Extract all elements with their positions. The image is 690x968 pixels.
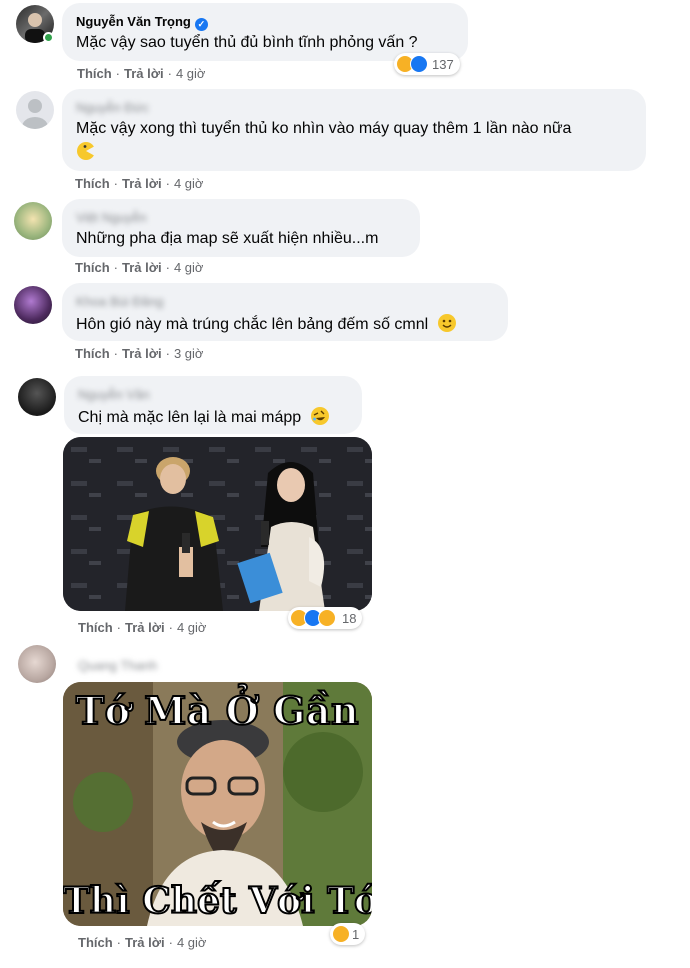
meme-bottom-text: Thì Chết Với Tớ [63, 879, 372, 923]
verified-badge-icon: ✓ [194, 18, 208, 31]
comment-text-content: Chị mà mặc lên lại là mai mápp [78, 409, 302, 426]
reply-button[interactable]: Trả lời [122, 260, 162, 275]
comment-time[interactable]: 3 giờ [174, 346, 204, 361]
like-button[interactable]: Thích [78, 620, 113, 635]
sad-reaction-icon [318, 609, 336, 627]
comment-5: Nguyễn Văn Chị mà mặc lên lại là mai máp… [0, 370, 690, 640]
like-button[interactable]: Thích [75, 346, 110, 361]
comment-time[interactable]: 4 giờ [176, 66, 206, 81]
comment-author[interactable]: Nguyễn Văn [78, 387, 150, 402]
comment-emoji [76, 141, 96, 167]
avatar[interactable] [18, 378, 56, 416]
like-reaction-icon [410, 55, 428, 73]
comment-text: Mặc vậy xong thì tuyển thủ ko nhìn vào m… [76, 120, 572, 137]
rolling-laughing-emoji-icon [310, 407, 329, 425]
comment-actions: Thích · Trả lời · 4 giờ [77, 66, 205, 81]
separator-dot: · [168, 935, 173, 950]
separator-dot: · [113, 260, 119, 275]
reply-button[interactable]: Trả lời [125, 935, 165, 950]
like-button[interactable]: Thích [78, 935, 113, 950]
separator-dot: · [113, 346, 119, 361]
author-name[interactable]: Nguyễn Văn Trọng [76, 14, 191, 29]
comment-4: Khoa Bùi Đăng Hôn gió này mà trúng chắc … [0, 280, 690, 370]
comment-time[interactable]: 4 giờ [177, 935, 207, 950]
separator-dot: · [167, 66, 172, 81]
interview-photo-image [63, 437, 372, 611]
comment-actions: Thích · Trả lời · 4 giờ [78, 620, 206, 635]
comment-3: Việt Nguyễn Những pha địa map sẽ xuất hi… [0, 195, 690, 280]
online-status-dot [43, 32, 54, 43]
comment-actions: Thích · Trả lời · 3 giờ [75, 346, 203, 361]
comment-author[interactable]: Quang Thanh [78, 658, 157, 673]
comment-photo[interactable] [63, 437, 372, 611]
comment-author[interactable]: Khoa Bùi Đăng [76, 294, 163, 309]
pacman-emoji-icon [77, 142, 95, 160]
separator-dot: · [116, 620, 122, 635]
meme-top-text: Tớ Mà Ở Gần [75, 687, 360, 734]
comment-time[interactable]: 4 giờ [174, 176, 204, 191]
reply-button[interactable]: Trả lời [122, 176, 162, 191]
comment-text: Hôn gió này mà trúng chắc lên bảng đếm s… [76, 313, 457, 335]
reply-button[interactable]: Trả lời [125, 620, 165, 635]
comment-time[interactable]: 4 giờ [174, 260, 204, 275]
comment-author[interactable]: Việt Nguyễn [76, 210, 147, 225]
reaction-count: 18 [342, 610, 357, 626]
comment-author[interactable]: Nguyễn Văn Trọng ✓ [76, 14, 208, 31]
separator-dot: · [165, 176, 170, 191]
avatar[interactable] [18, 645, 56, 683]
reaction-count: 137 [432, 56, 454, 72]
comment-6: Quang Thanh Tớ Mà Ở Gần Thì Chết Với Tớ … [0, 640, 690, 968]
comment-text: Những pha địa map sẽ xuất hiện nhiều...m [76, 230, 379, 247]
reactions-summary[interactable]: 1 [330, 923, 366, 945]
comment-author[interactable]: Nguyễn Đức [76, 100, 149, 115]
like-button[interactable]: Thích [75, 260, 110, 275]
default-avatar-icon [22, 99, 48, 129]
reply-button[interactable]: Trả lời [122, 346, 162, 361]
separator-dot: · [165, 346, 170, 361]
separator-dot: · [165, 260, 170, 275]
smiling-emoji-icon [437, 314, 456, 332]
comment-text-content: Hôn gió này mà trúng chắc lên bảng đếm s… [76, 316, 429, 333]
haha-reaction-icon [332, 925, 350, 943]
like-button[interactable]: Thích [77, 66, 112, 81]
separator-dot: · [115, 66, 121, 81]
separator-dot: · [113, 176, 119, 191]
comment-2: Nguyễn Đức Mặc vậy xong thì tuyển thủ ko… [0, 85, 690, 195]
comment-actions: Thích · Trả lời · 4 giờ [75, 176, 203, 191]
comment-actions: Thích · Trả lời · 4 giờ [75, 260, 203, 275]
like-button[interactable]: Thích [75, 176, 110, 191]
separator-dot: · [168, 620, 173, 635]
comment-photo[interactable]: Tớ Mà Ở Gần Thì Chết Với Tớ [63, 682, 372, 926]
comment-text: Chị mà mặc lên lại là mai mápp [78, 406, 330, 428]
comment-1: Nguyễn Văn Trọng ✓ Mặc vậy sao tuyển thủ … [0, 0, 690, 85]
reactions-summary[interactable]: 18 [288, 607, 363, 629]
separator-dot: · [116, 935, 122, 950]
reply-button[interactable]: Trả lời [124, 66, 164, 81]
reaction-count: 1 [352, 926, 360, 942]
reactions-summary[interactable]: 137 [394, 53, 460, 75]
avatar[interactable] [14, 202, 52, 240]
avatar[interactable] [16, 91, 54, 129]
avatar[interactable] [14, 286, 52, 324]
comment-text: Mặc vậy sao tuyển thủ đủ bình tĩnh phỏng… [76, 34, 418, 51]
comment-time[interactable]: 4 giờ [177, 620, 207, 635]
comment-actions: Thích · Trả lời · 4 giờ [78, 935, 206, 950]
